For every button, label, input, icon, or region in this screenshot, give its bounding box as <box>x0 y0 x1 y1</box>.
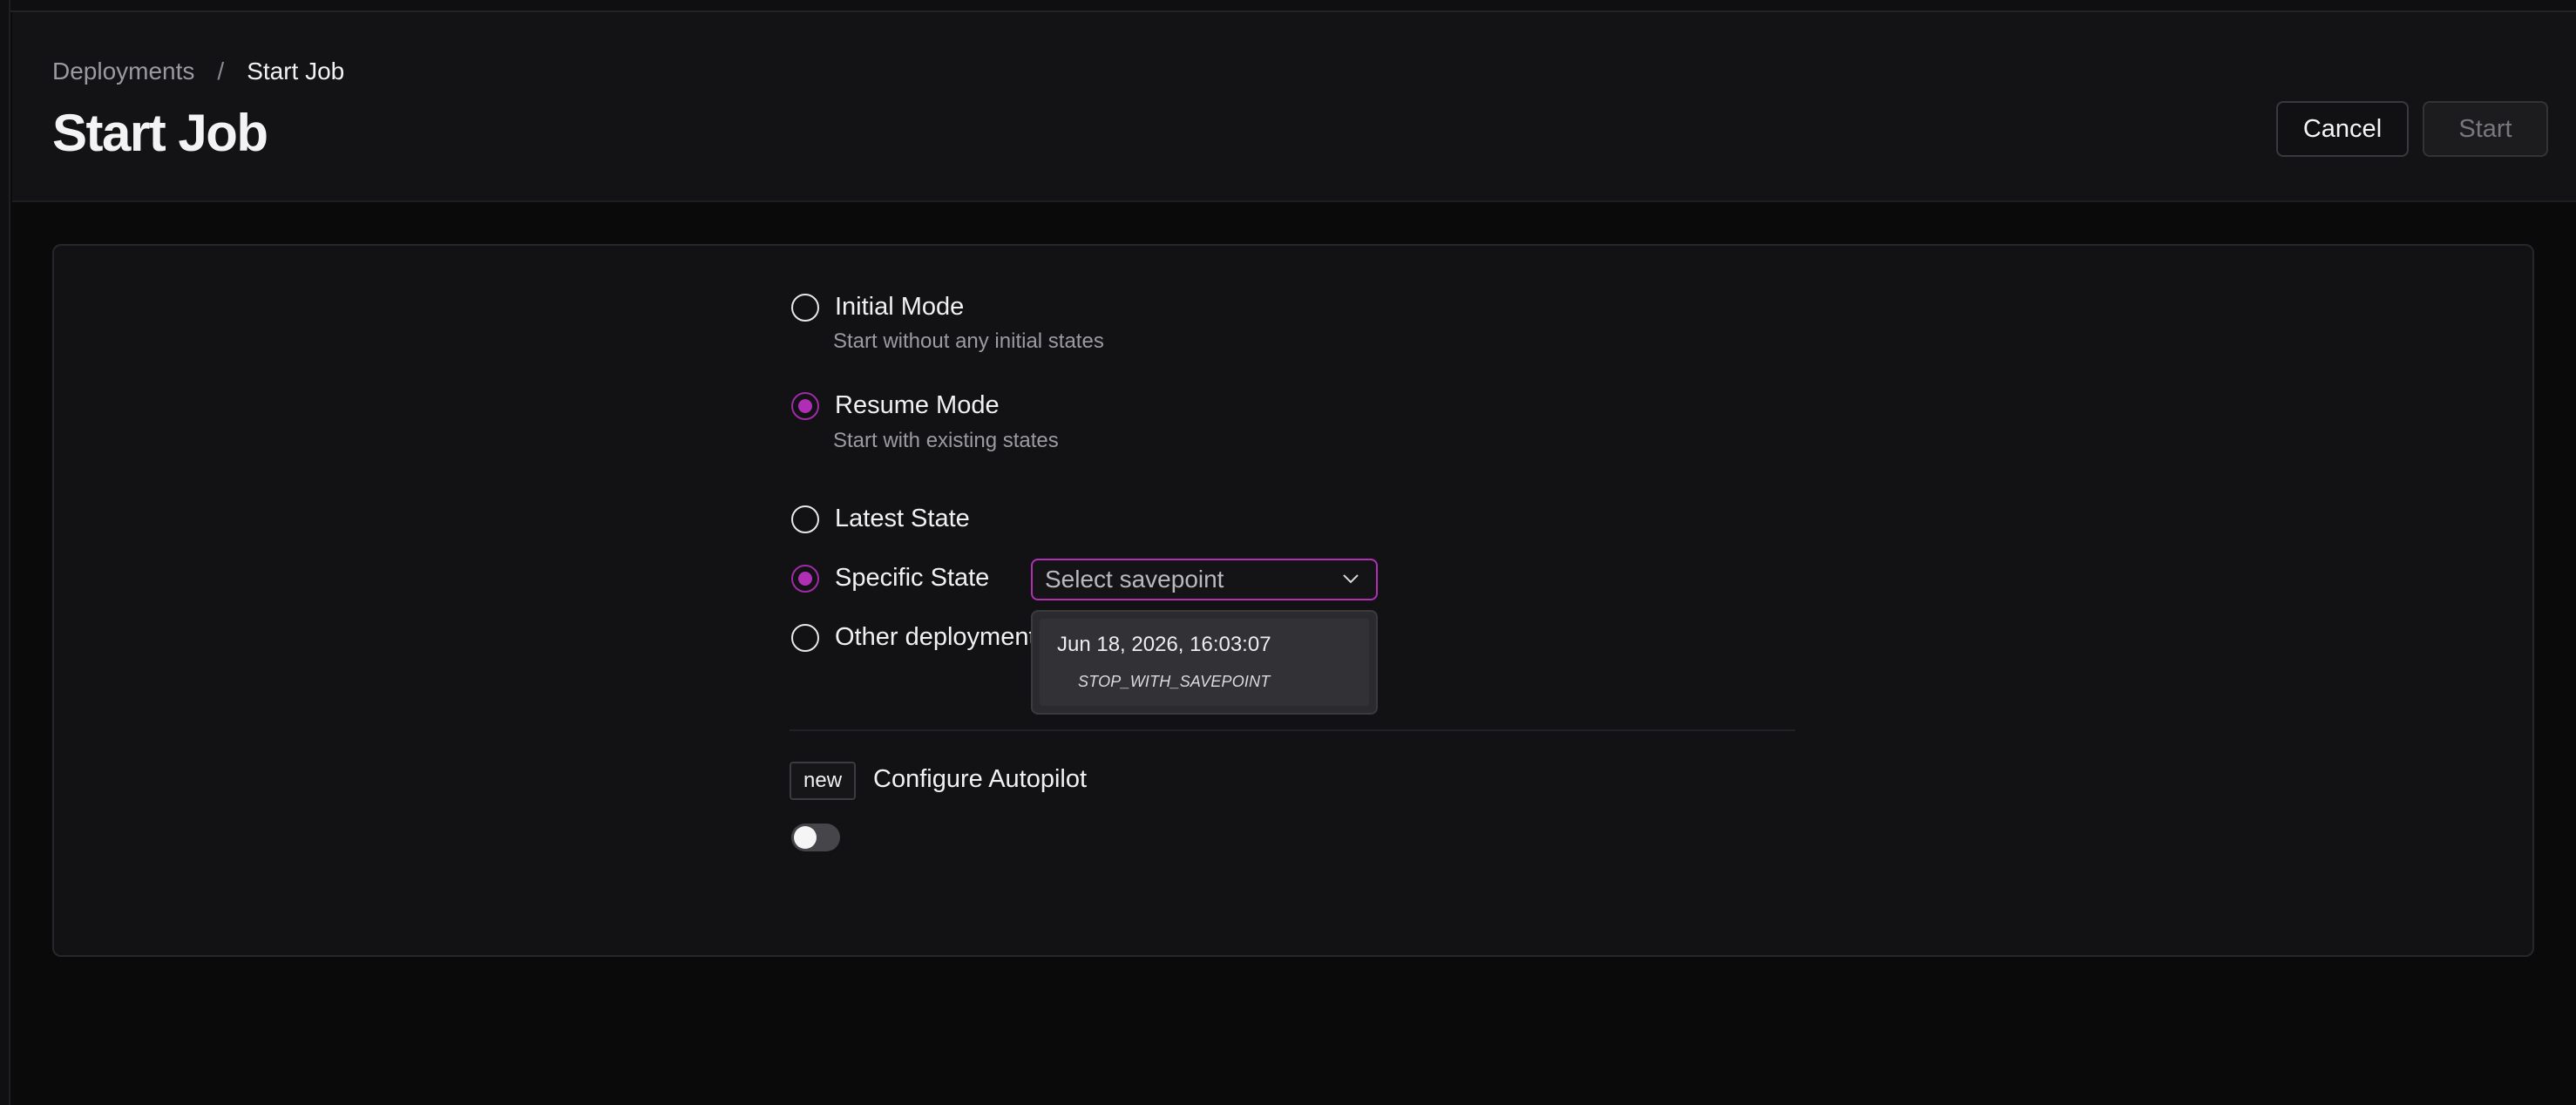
start-button[interactable]: Start <box>2423 101 2548 157</box>
breadcrumb: Deployments / Start Job <box>52 58 344 85</box>
savepoint-dropdown: Jun 18, 2026, 16:03:07 STOP_WITH_SAVEPOI… <box>1031 610 1378 715</box>
savepoint-option[interactable]: Jun 18, 2026, 16:03:07 STOP_WITH_SAVEPOI… <box>1040 619 1369 706</box>
latest-state-label: Latest State <box>835 505 970 532</box>
cancel-button[interactable]: Cancel <box>2276 101 2409 157</box>
initial-mode-radio[interactable]: Initial Mode <box>791 293 964 322</box>
resume-mode-label: Resume Mode <box>835 391 1000 419</box>
breadcrumb-separator: / <box>217 58 225 85</box>
specific-state-radio[interactable]: Specific State <box>791 564 989 593</box>
savepoint-option-type: STOP_WITH_SAVEPOINT <box>1078 673 1271 690</box>
savepoint-select[interactable]: Select savepoint <box>1031 559 1378 600</box>
breadcrumb-current: Start Job <box>247 58 345 85</box>
new-badge: new <box>790 762 857 800</box>
initial-mode-label: Initial Mode <box>835 293 965 321</box>
app-window: Deployments / Start Job Start Job Cancel… <box>0 0 2576 1105</box>
resume-mode-radio[interactable]: Resume Mode <box>791 391 1000 420</box>
savepoint-option-date: Jun 18, 2026, 16:03:07 <box>1057 633 1271 656</box>
page-title: Start Job <box>52 104 268 162</box>
savepoint-select-placeholder: Select savepoint <box>1045 566 1224 593</box>
start-job-form <box>52 244 2534 957</box>
radio-indicator <box>791 505 819 533</box>
radio-indicator-checked <box>791 391 819 420</box>
breadcrumb-deployments-link[interactable]: Deployments <box>52 58 194 85</box>
toggle-knob <box>794 826 817 849</box>
chevron-down-icon <box>1343 574 1359 584</box>
page-header: Deployments / Start Job Start Job Cancel… <box>12 12 2576 202</box>
specific-state-label: Specific State <box>835 564 990 592</box>
radio-indicator-checked <box>791 564 819 593</box>
other-deployment-radio[interactable]: Other deployment <box>791 623 1036 652</box>
configure-autopilot-label: Configure Autopilot <box>873 765 1088 793</box>
left-rail <box>0 0 10 1105</box>
top-strip <box>10 0 2576 12</box>
other-deployment-label: Other deployment <box>835 623 1036 651</box>
latest-state-radio[interactable]: Latest State <box>791 505 970 533</box>
section-divider <box>790 729 1795 731</box>
autopilot-toggle[interactable] <box>791 824 840 851</box>
resume-mode-description: Start with existing states <box>833 429 1059 452</box>
initial-mode-description: Start without any initial states <box>833 329 1104 353</box>
radio-indicator <box>791 293 819 322</box>
radio-indicator <box>791 623 819 652</box>
